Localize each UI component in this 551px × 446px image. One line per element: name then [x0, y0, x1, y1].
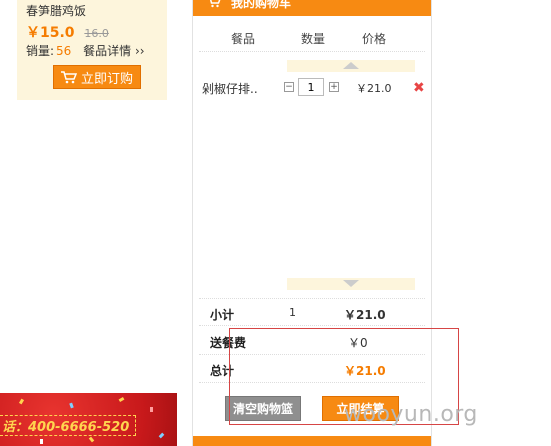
confetti-decoration — [118, 396, 125, 403]
confetti-decoration — [88, 436, 95, 443]
order-now-button[interactable]: 立即订购 — [53, 65, 141, 89]
column-header-quantity: 数量 — [301, 32, 326, 46]
product-detail-link[interactable]: 餐品详情 ›› — [83, 44, 144, 58]
cart-column-headers: 餐品 数量 价格 — [199, 26, 425, 52]
price-row: ￥15.0 16.0 — [26, 22, 109, 42]
subtotal-value: ￥21.0 — [344, 308, 386, 322]
quantity-decrease-button[interactable]: − — [284, 82, 294, 92]
column-header-dish: 餐品 — [231, 32, 256, 46]
subtotal-label: 小计 — [210, 308, 235, 322]
cart-item-row: 剁椒仔排.. − + ￥21.0 ✖ — [199, 76, 425, 100]
confetti-decoration — [40, 439, 43, 444]
sales-row: 销量: 56 餐品详情 ›› — [26, 42, 145, 59]
order-now-label: 立即订购 — [80, 71, 133, 87]
subtotal-count: 1 — [289, 306, 296, 319]
cart-icon — [60, 70, 77, 83]
confetti-decoration — [69, 402, 74, 409]
scroll-down-button[interactable] — [287, 278, 415, 290]
scroll-up-button[interactable] — [287, 60, 415, 72]
product-old-price: 16.0 — [84, 27, 109, 40]
cart-title: 我的购物车 — [231, 0, 292, 10]
confetti-decoration — [158, 432, 165, 439]
cart-icon — [209, 0, 221, 8]
remove-item-icon[interactable]: ✖ — [413, 80, 425, 96]
arrow-down-icon — [343, 280, 359, 287]
cart-header: 我的购物车 — [193, 0, 431, 16]
sales-count: 56 — [56, 44, 72, 58]
subtotal-row: 小计 1 ￥21.0 — [199, 298, 425, 326]
product-name: 春笋腊鸡饭 — [26, 4, 87, 18]
quantity-increase-button[interactable]: + — [329, 82, 339, 92]
promo-banner[interactable]: 话：400-6666-520 — [0, 393, 177, 446]
quantity-input[interactable] — [298, 78, 324, 96]
watermark-text: wooyun.org — [344, 402, 478, 427]
product-price: ￥15.0 — [26, 25, 75, 41]
hotline-text: 话：400-6666-520 — [0, 415, 137, 436]
sales-label: 销量: — [26, 44, 55, 58]
cart-footer-bar — [193, 436, 431, 446]
column-header-price: 价格 — [362, 32, 387, 46]
confetti-decoration — [18, 398, 25, 405]
cart-item-name: 剁椒仔排.. — [202, 82, 258, 96]
confetti-decoration — [150, 407, 153, 412]
cart-item-price: ￥21.0 — [356, 82, 392, 95]
product-card: 春笋腊鸡饭 ￥15.0 16.0 销量: 56 餐品详情 ›› 立即订购 — [17, 0, 167, 100]
arrow-up-icon — [343, 62, 359, 69]
